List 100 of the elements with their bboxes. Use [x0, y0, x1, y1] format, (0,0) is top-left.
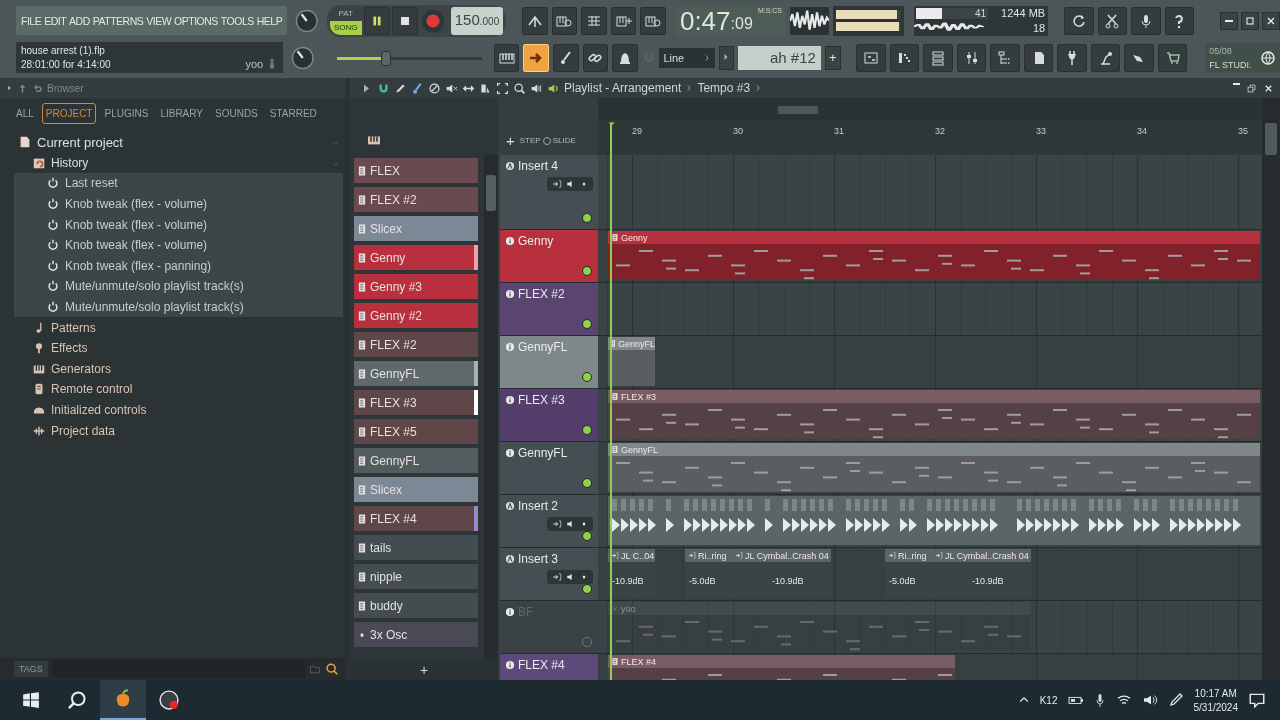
next-button[interactable] — [718, 45, 735, 70]
menu-item[interactable]: PATTERNS — [92, 14, 144, 27]
tree-item[interactable]: Project data — [14, 420, 343, 441]
track-header[interactable]: Insert 2 — [500, 495, 598, 547]
tree-item[interactable]: Initialized controls — [14, 399, 343, 421]
step-button[interactable] — [889, 43, 920, 72]
scrollbar-thumb[interactable] — [486, 175, 496, 211]
knob-icon[interactable] — [291, 45, 315, 70]
minimize-button[interactable] — [1220, 11, 1238, 30]
menu-item[interactable]: OPTIONS — [174, 14, 218, 27]
refresh-button[interactable] — [1064, 6, 1094, 35]
menu-item[interactable]: HELP — [256, 14, 283, 27]
info-icon[interactable] — [505, 395, 515, 405]
tree-item[interactable]: Current project — [14, 132, 343, 153]
tree-item[interactable]: Knob tweak (flex - volume) — [14, 214, 343, 235]
select-icon[interactable] — [496, 81, 509, 95]
tree-item[interactable]: Mute/unmute/solo playlist track(s) — [14, 276, 343, 297]
notification-icon[interactable] — [1248, 691, 1266, 709]
pattern-item[interactable]: GennyFL — [354, 448, 478, 473]
browser-tab[interactable]: PROJECT — [41, 102, 97, 124]
tree-item[interactable]: Remote control — [14, 379, 343, 400]
pattern-item[interactable]: FLEX #4 — [354, 506, 478, 531]
timeline-ruler[interactable]: 29 30 31 32 33 34 35 — [598, 120, 1262, 155]
track-header[interactable]: FLEX #2 — [500, 283, 598, 335]
piano-clock-button[interactable] — [551, 6, 578, 35]
cart-button[interactable] — [1157, 43, 1188, 72]
track-led[interactable] — [582, 584, 592, 594]
scrollbar-thumb[interactable] — [1265, 123, 1277, 155]
pattern-item[interactable]: Genny — [354, 245, 478, 270]
browser-tab[interactable]: STARRED — [265, 102, 321, 124]
scissors-button[interactable] — [1097, 6, 1127, 35]
pen-icon[interactable] — [1167, 692, 1184, 708]
pattern-item[interactable]: nipple — [354, 564, 478, 589]
menu-item[interactable]: TOOLS — [220, 14, 254, 27]
piano-plus-button[interactable] — [610, 6, 637, 35]
loop-button[interactable] — [640, 6, 666, 35]
microphone-button[interactable] — [1131, 6, 1161, 35]
peak-button[interactable] — [522, 6, 548, 35]
pattern-item[interactable]: FLEX #2 — [354, 187, 478, 212]
pattern-item[interactable]: FLEX #5 — [354, 419, 478, 444]
restore-icon[interactable] — [1246, 82, 1257, 94]
insert-icon[interactable] — [505, 501, 515, 511]
zoom-icon[interactable] — [513, 81, 526, 95]
browser-tab[interactable]: LIBRARY — [156, 102, 207, 124]
route-icon[interactable] — [552, 572, 562, 582]
tree-item[interactable]: Effects — [14, 337, 343, 359]
pattern-item[interactable]: FLEX #3 — [354, 390, 478, 415]
pattern-item[interactable]: tails — [354, 535, 478, 560]
bell-button[interactable] — [612, 43, 638, 72]
pattern-item[interactable]: Genny #2 — [354, 303, 478, 328]
news-panel[interactable]: 05/08 FL STUDI. — [1205, 42, 1280, 73]
pattern-item[interactable]: GennyFL — [354, 361, 478, 386]
tree-item[interactable]: Generators — [14, 358, 343, 380]
menu-item[interactable]: FILE — [21, 14, 42, 27]
add-button[interactable]: + — [350, 660, 498, 680]
arrow-button[interactable] — [523, 43, 549, 72]
tempo-field[interactable]: 150.000 — [450, 6, 504, 35]
close-button[interactable] — [1262, 11, 1280, 30]
pattern-item[interactable]: buddy — [354, 593, 478, 618]
tree-item[interactable]: Last reset — [14, 173, 343, 194]
add-pattern-button[interactable]: + — [824, 45, 841, 70]
pattern-item[interactable]: 3x Osc — [354, 622, 478, 647]
grid-button[interactable] — [581, 6, 607, 35]
search-icon[interactable] — [325, 662, 339, 676]
overview-thumb[interactable] — [778, 106, 818, 114]
route-icon[interactable] — [552, 179, 562, 189]
track-header[interactable]: Insert 3 — [500, 548, 598, 600]
rack-button[interactable] — [923, 43, 953, 72]
brush-button[interactable] — [553, 43, 579, 72]
back-arrow-icon[interactable] — [32, 82, 43, 94]
minimize-icon[interactable] — [1233, 82, 1240, 85]
tray-label[interactable]: K12 — [1039, 694, 1058, 706]
link-button[interactable] — [582, 43, 609, 72]
track-led[interactable] — [582, 213, 592, 223]
info-icon[interactable] — [505, 660, 515, 670]
stop-button[interactable] — [391, 6, 418, 35]
browser-tab[interactable]: ALL — [12, 102, 38, 124]
pointer-button[interactable] — [1124, 43, 1154, 72]
browser-button[interactable] — [990, 43, 1020, 72]
track-header[interactable]: GennyFL — [500, 442, 598, 494]
piano-roll-button[interactable] — [856, 43, 886, 72]
pattern-item[interactable]: FLEX — [354, 158, 478, 183]
add-track-button[interactable]: + — [506, 132, 515, 149]
brush-icon[interactable] — [411, 81, 424, 95]
info-icon[interactable] — [505, 289, 515, 299]
pause-button[interactable] — [363, 6, 390, 35]
menu-item[interactable]: VIEW — [146, 14, 172, 27]
track-led[interactable] — [582, 319, 592, 329]
track-led[interactable] — [582, 425, 592, 435]
mixer-button[interactable] — [956, 43, 987, 72]
track-led[interactable] — [582, 531, 592, 541]
track-led[interactable] — [582, 478, 592, 488]
clock[interactable]: 10:17 AM 5/31/2024 — [1193, 687, 1238, 713]
pattern-selector[interactable]: ah #12 — [738, 45, 821, 70]
info-icon[interactable] — [505, 607, 515, 617]
breadcrumb-item[interactable]: Tempo #3 — [697, 81, 751, 95]
lamp-button[interactable] — [1090, 43, 1121, 72]
track-led[interactable] — [582, 372, 592, 382]
track-header[interactable]: FLEX #4 — [500, 654, 598, 680]
pattern-item[interactable]: Genny #3 — [354, 274, 478, 299]
